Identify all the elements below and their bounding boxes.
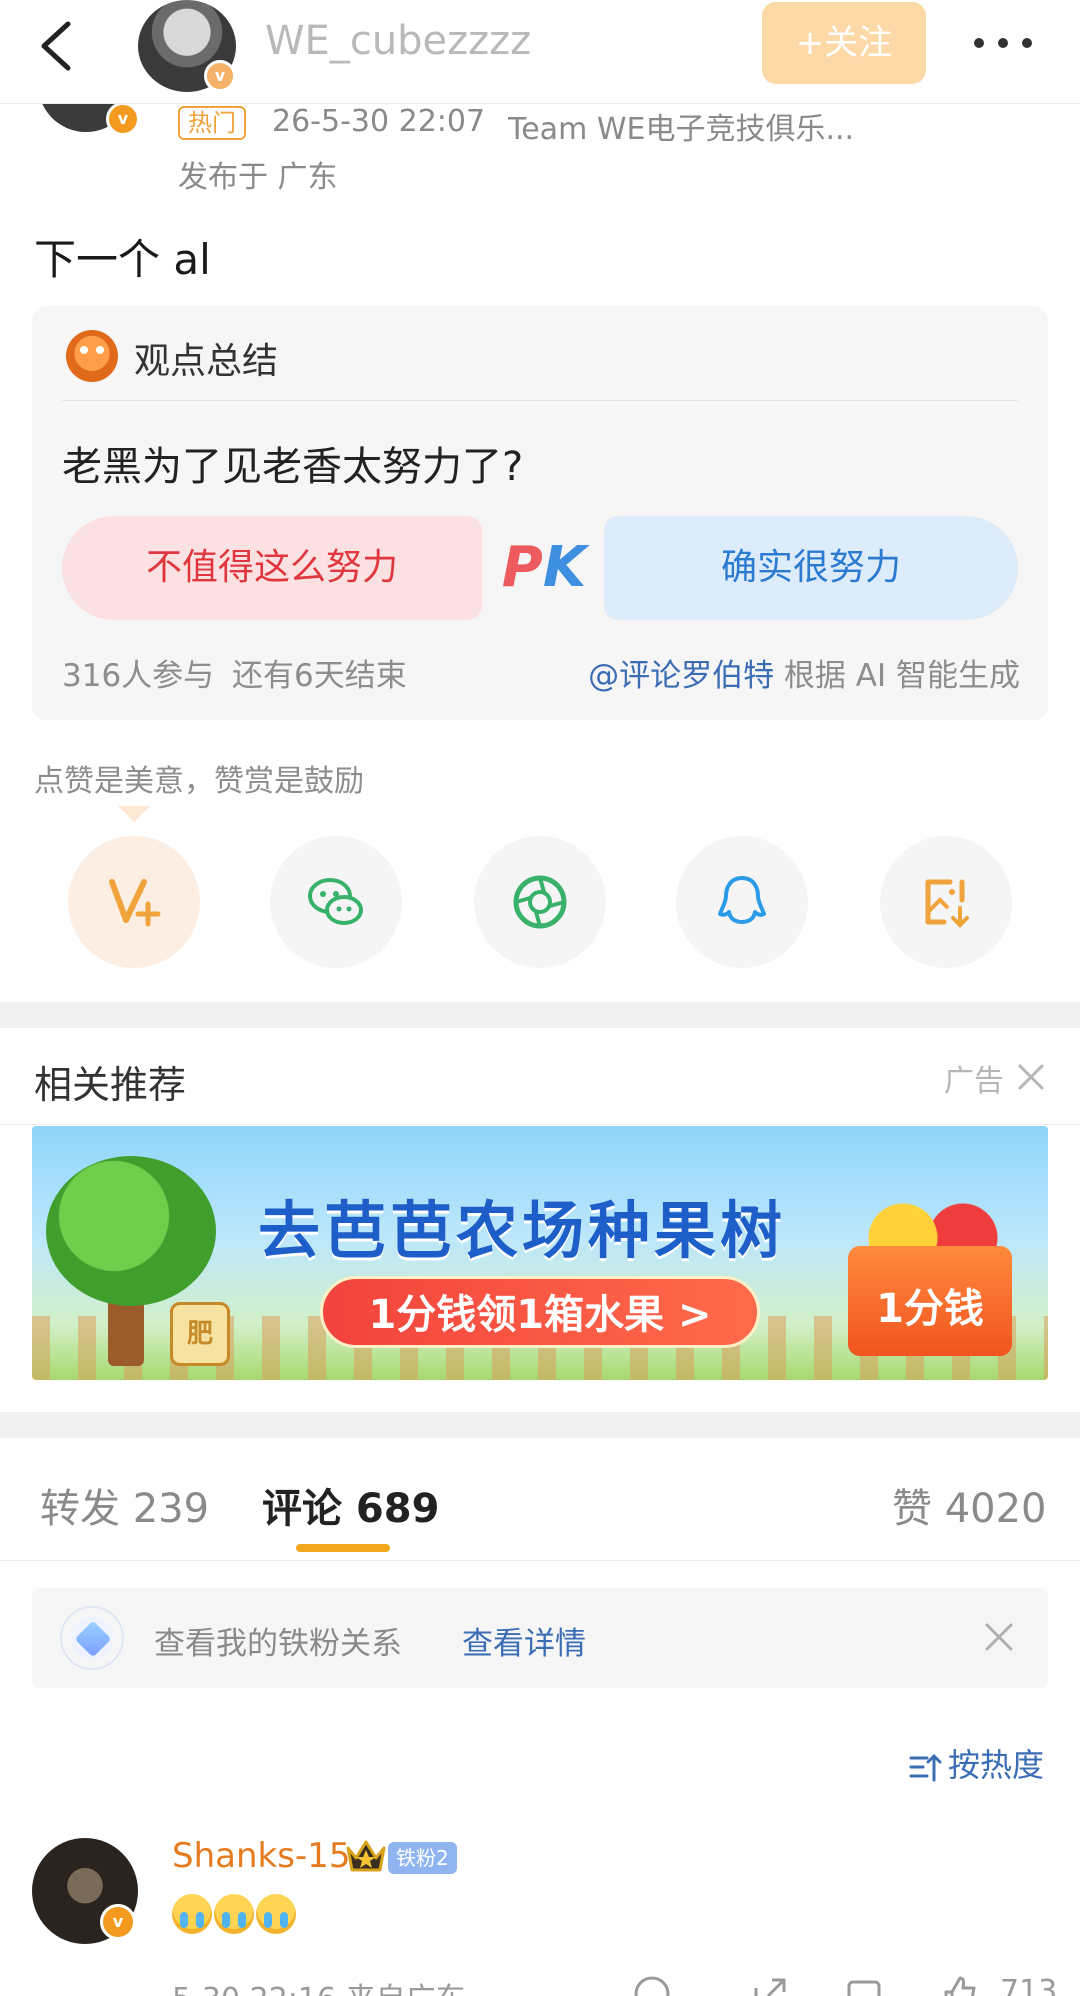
top-nav-bar: v WE_cubezzzz +关注 (0, 0, 1080, 104)
crying-emoji-icon (256, 1894, 296, 1934)
ad-banner[interactable]: 肥 去芭芭农场种果树 1分钱领1箱水果 > 1分钱 (32, 1126, 1048, 1380)
post-text[interactable]: 下一个 al (34, 226, 211, 287)
poll-credit-link[interactable]: @评论罗伯特 (588, 658, 774, 694)
robot-mascot-icon (66, 330, 118, 382)
pk-k: K (542, 535, 587, 600)
tab-likes[interactable]: 赞 4020 (892, 1476, 1047, 1534)
poll-divider (62, 400, 1018, 401)
comment-content (172, 1894, 298, 1942)
header-username[interactable]: WE_cubezzzz (265, 18, 531, 64)
follow-button[interactable]: +关注 (762, 2, 926, 84)
related-recommend-title: 相关推荐 (34, 1063, 187, 1107)
fan-bar-close-button[interactable] (982, 1620, 1016, 1654)
qq-icon (718, 876, 766, 924)
share-qq-button[interactable] (676, 836, 808, 968)
poll-credit: @评论罗伯特 根据 AI 智能生成 (588, 650, 1020, 695)
ad-headline: 去芭芭农场种果树 (258, 1194, 787, 1267)
crying-emoji-icon (214, 1894, 254, 1934)
divider (0, 1560, 1080, 1561)
divider (0, 1124, 1080, 1125)
section-gap (0, 1412, 1080, 1438)
comment-icon (847, 1980, 881, 1996)
close-icon (985, 1623, 1013, 1651)
tab-comments[interactable]: 评论 689 (262, 1476, 439, 1534)
comment-like-count: 713 (1000, 1974, 1058, 1996)
share-icon (754, 1978, 786, 1996)
crown-icon (344, 1836, 388, 1876)
sort-by-heat-button[interactable]: 按热度 (908, 1740, 1044, 1786)
wechat-icon (308, 878, 363, 925)
more-dot (1022, 38, 1032, 48)
fruit-tree-icon (46, 1156, 216, 1306)
save-image-icon (925, 879, 969, 928)
verified-badge-icon: v (106, 102, 140, 136)
hot-tag: 热门 (178, 106, 246, 140)
tooltip-arrow (118, 806, 150, 822)
poll-title: 观点总结 (134, 341, 279, 382)
close-icon (1018, 1064, 1044, 1090)
back-button[interactable] (32, 14, 82, 74)
post-source[interactable]: Team WE电子竞技俱乐... (508, 104, 888, 148)
like-comment-button[interactable] (940, 1974, 980, 1996)
reward-v-plus-icon (109, 879, 161, 927)
emoji-face-icon (634, 1976, 670, 1996)
more-dot (998, 38, 1008, 48)
moments-icon (513, 875, 567, 929)
fan-relation-bar: 查看我的铁粉关系 查看详情 (32, 1588, 1048, 1688)
poll-remaining-time: 还有6天结束 (232, 658, 407, 694)
verified-badge-icon: v (100, 1904, 136, 1940)
poll-participants: 316人参与 (62, 658, 215, 694)
poll-option-disagree[interactable]: 不值得这么努力 (62, 516, 482, 620)
chevron-left-icon (41, 21, 71, 71)
poll-credit-text: 根据 AI 智能生成 (774, 658, 1020, 694)
poll-card: 观点总结 老黑为了见老香太努力了? 不值得这么努力 PK 确实很努力 316人参… (32, 306, 1048, 720)
share-hint: 点赞是美意，赞赏是鼓励 (34, 764, 364, 799)
fan-relation-link[interactable]: 查看详情 (462, 1618, 586, 1663)
emoji-reaction-button[interactable] (632, 1974, 672, 1996)
section-gap (0, 1002, 1080, 1028)
pk-label: PK (494, 528, 594, 608)
reply-button[interactable] (844, 1974, 884, 1996)
more-options-button[interactable] (968, 22, 1038, 62)
fertilizer-pot: 肥 (170, 1302, 230, 1366)
iron-fan-badge: 铁粉2 (388, 1842, 457, 1874)
crying-emoji-icon (172, 1894, 212, 1934)
active-tab-indicator (296, 1544, 390, 1552)
ad-close-button[interactable] (1014, 1060, 1048, 1094)
sort-icon (909, 1754, 942, 1782)
ad-cta-button[interactable]: 1分钱领1箱水果 > (320, 1276, 760, 1348)
poll-option-agree[interactable]: 确实很努力 (604, 516, 1018, 620)
save-image-button[interactable] (880, 836, 1012, 968)
sort-label: 按热度 (948, 1746, 1045, 1784)
fan-relation-text: 查看我的铁粉关系 (154, 1626, 402, 1662)
fruit-box-label: 1分钱 (876, 1286, 984, 1332)
tab-reposts[interactable]: 转发 239 (40, 1476, 209, 1534)
more-dots-icon (974, 38, 984, 48)
reward-button[interactable] (68, 836, 200, 968)
post-time: 26-5-30 22:07 (272, 104, 486, 139)
post-location: 发布于 广东 (178, 160, 338, 195)
ad-tag: 广告 (944, 1064, 1004, 1099)
comment-meta: 5-30 22:16 来自广东 (172, 1974, 466, 1996)
commenter-name[interactable]: Shanks-15 (172, 1836, 350, 1876)
poll-question: 老黑为了见老香太努力了? (62, 444, 524, 490)
verified-badge-icon: v (204, 60, 236, 92)
pk-p: P (501, 535, 543, 600)
diamond-icon (60, 1606, 124, 1670)
share-moments-button[interactable] (474, 836, 606, 968)
share-wechat-button[interactable] (270, 836, 402, 968)
share-comment-button[interactable] (750, 1974, 790, 1996)
thumbs-up-icon (944, 1976, 976, 1996)
